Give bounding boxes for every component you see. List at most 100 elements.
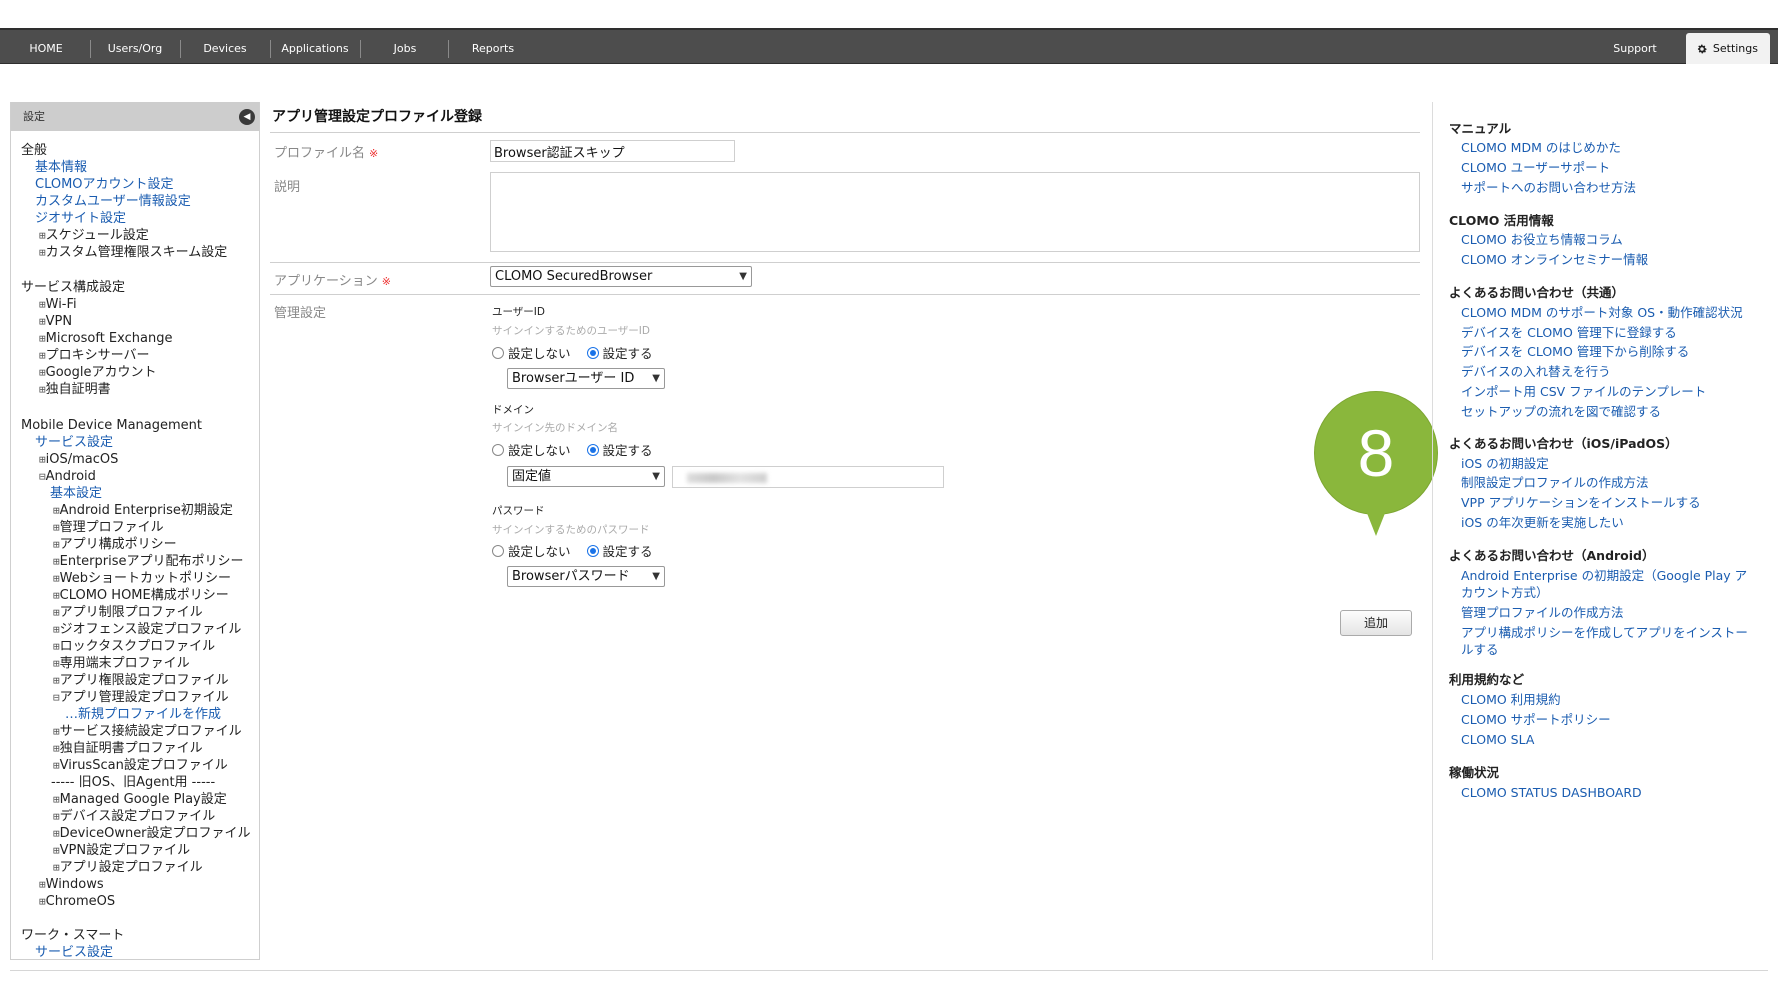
help-link[interactable]: VPP アプリケーションをインストールする	[1461, 494, 1701, 511]
help-link[interactable]: 制限設定プロファイルの作成方法	[1461, 474, 1649, 491]
tree-node-label: ChromeOS	[45, 894, 116, 909]
help-link[interactable]: セットアップの流れを図で確認する	[1461, 403, 1661, 420]
tree-node-android[interactable]: ⊟Android	[39, 468, 96, 485]
tree-link-work-smart-service[interactable]: サービス設定	[35, 944, 113, 959]
nav-reports[interactable]: Reports	[453, 30, 533, 64]
tree-node-google-account[interactable]: ⊞Googleアカウント	[39, 364, 156, 381]
tree-node-exchange[interactable]: ⊞Microsoft Exchange	[39, 330, 172, 347]
tree-node-app-settings-profile[interactable]: ⊞アプリ設定プロファイル	[53, 859, 203, 876]
expand-icon: ⊞	[53, 844, 60, 857]
tree-node-ios-macos[interactable]: ⊞iOS/macOS	[39, 451, 118, 468]
help-link[interactable]: インポート用 CSV ファイルのテンプレート	[1461, 383, 1706, 400]
expand-icon: ⊞	[39, 895, 46, 908]
help-link[interactable]: CLOMO MDM のサポート対象 OS・動作確認状況	[1461, 304, 1743, 321]
tree-node-vpn[interactable]: ⊞VPN	[39, 313, 72, 330]
tree-node-app-management[interactable]: ⊟アプリ管理設定プロファイル	[53, 689, 229, 706]
tree-node-service-connection[interactable]: ⊞サービス接続設定プロファイル	[53, 723, 242, 740]
help-link[interactable]: iOS の初期設定	[1461, 455, 1549, 472]
application-select[interactable]: CLOMO SecuredBrowser ▼	[490, 266, 752, 287]
tree-node-dedicated-device[interactable]: ⊞専用端末プロファイル	[53, 655, 190, 672]
nav-users-org[interactable]: Users/Org	[95, 30, 175, 64]
help-link[interactable]: CLOMO MDM のはじめかた	[1461, 139, 1621, 156]
management-settings-label: 管理設定	[274, 306, 327, 321]
tree-node-app-config-policy[interactable]: ⊞アプリ構成ポリシー	[53, 536, 177, 553]
add-button[interactable]: 追加	[1340, 610, 1412, 636]
help-link[interactable]: CLOMO お役立ち情報コラム	[1461, 231, 1623, 248]
tree-link-geosite[interactable]: ジオサイト設定	[35, 210, 126, 227]
tree-node-cert-profile[interactable]: ⊞独自証明書プロファイル	[53, 740, 203, 757]
help-link[interactable]: CLOMO サポートポリシー	[1461, 711, 1611, 728]
nav-home[interactable]: HOME	[14, 30, 78, 64]
tree-link-basic-info[interactable]: 基本情報	[35, 159, 87, 176]
help-link[interactable]: iOS の年次更新を実施したい	[1461, 514, 1624, 531]
user-id-select-value: Browserユーザー ID	[512, 371, 635, 386]
help-link[interactable]: CLOMO ユーザーサポート	[1461, 159, 1610, 176]
expand-icon: ⊞	[53, 674, 60, 687]
tree-node-wifi[interactable]: ⊞Wi-Fi	[39, 296, 77, 313]
tree-node-device-owner[interactable]: ⊞DeviceOwner設定プロファイル	[53, 825, 251, 842]
tree-node-vpn-profile[interactable]: ⊞VPN設定プロファイル	[53, 842, 190, 859]
nav-devices[interactable]: Devices	[185, 30, 265, 64]
tree-node-managed-google-play[interactable]: ⊞Managed Google Play設定	[53, 791, 227, 808]
tree-node-ae-init[interactable]: ⊞Android Enterprise初期設定	[53, 502, 233, 519]
tree-link-custom-user-info[interactable]: カスタムユーザー情報設定	[35, 193, 191, 210]
tree-node-app-permission[interactable]: ⊞アプリ権限設定プロファイル	[53, 672, 229, 689]
help-link[interactable]: デバイスを CLOMO 管理下に登録する	[1461, 324, 1677, 341]
user-id-select[interactable]: Browserユーザー ID ▼	[507, 368, 665, 389]
tree-node-device-settings[interactable]: ⊞デバイス設定プロファイル	[53, 808, 215, 825]
tree-node-certificate[interactable]: ⊞独自証明書	[39, 381, 111, 398]
help-link[interactable]: CLOMO 利用規約	[1461, 691, 1561, 708]
tree-link-service-settings[interactable]: サービス設定	[35, 434, 113, 451]
nav-support[interactable]: Support	[1600, 30, 1670, 64]
help-link[interactable]: CLOMO SLA	[1461, 731, 1534, 748]
tree-node-virusscan[interactable]: ⊞VirusScan設定プロファイル	[53, 757, 228, 774]
tree-link-android-basic[interactable]: 基本設定	[50, 485, 102, 502]
tree-link-new-profile[interactable]: …新規プロファイルを作成	[65, 706, 221, 723]
help-link[interactable]: デバイスの入れ替えを行う	[1461, 363, 1611, 380]
help-link[interactable]: 管理プロファイルの作成方法	[1461, 604, 1624, 621]
domain-radio-off[interactable]	[492, 443, 504, 456]
help-link[interactable]: デバイスを CLOMO 管理下から削除する	[1461, 343, 1689, 360]
tree-node-label: Googleアカウント	[45, 365, 157, 380]
tree-node-web-shortcut[interactable]: ⊞Webショートカットポリシー	[53, 570, 231, 587]
domain-radio-on[interactable]	[586, 443, 599, 456]
user-id-radio-on[interactable]	[586, 346, 599, 359]
tree-node-clomo-home[interactable]: ⊞CLOMO HOME構成ポリシー	[53, 587, 229, 604]
help-link[interactable]: Android Enterprise の初期設定（Google Play アカウ…	[1461, 567, 1751, 601]
nav-applications[interactable]: Applications	[275, 30, 355, 64]
tree-node-enterprise-app[interactable]: ⊞Enterpriseアプリ配布ポリシー	[53, 553, 244, 570]
tree-node-label: Microsoft Exchange	[45, 331, 173, 346]
help-link[interactable]: CLOMO オンラインセミナー情報	[1461, 251, 1648, 268]
password-radio-off[interactable]	[492, 544, 504, 557]
tree-node-custom-admin[interactable]: ⊞カスタム管理権限スキーム設定	[39, 244, 227, 261]
expand-icon: ⊞	[53, 810, 60, 823]
tree-node-windows[interactable]: ⊞Windows	[39, 876, 104, 893]
user-id-radio-off[interactable]	[492, 346, 504, 359]
chevron-left-icon[interactable]: ◀	[239, 109, 255, 125]
password-select[interactable]: Browserパスワード ▼	[507, 566, 665, 587]
description-textarea[interactable]	[490, 172, 1420, 252]
blurred-domain-value	[687, 473, 767, 483]
nav-settings-tab[interactable]: Settings	[1685, 33, 1770, 64]
expand-icon: ⊞	[39, 246, 46, 259]
tree-node-app-restriction[interactable]: ⊞アプリ制限プロファイル	[53, 604, 203, 621]
password-radio-on[interactable]	[586, 544, 599, 557]
domain-select[interactable]: 固定値 ▼	[507, 466, 665, 487]
help-link[interactable]: CLOMO STATUS DASHBOARD	[1461, 784, 1642, 801]
tree-node-proxy[interactable]: ⊞プロキシサーバー	[39, 347, 150, 364]
tree-link-clomo-account[interactable]: CLOMOアカウント設定	[35, 176, 174, 193]
tree-node-chromeos[interactable]: ⊞ChromeOS	[39, 893, 115, 910]
tree-node-schedule[interactable]: ⊞スケジュール設定	[39, 227, 149, 244]
tree-node-label: Wi-Fi	[45, 297, 77, 312]
chevron-down-icon: ▼	[739, 271, 747, 282]
tree-node-lock-task[interactable]: ⊞ロックタスクプロファイル	[53, 638, 215, 655]
tree-node-managed-profile[interactable]: ⊞管理プロファイル	[53, 519, 164, 536]
collapse-icon: ⊟	[39, 470, 46, 483]
nav-jobs[interactable]: Jobs	[365, 30, 445, 64]
domain-value-input[interactable]	[672, 466, 944, 488]
tree-node-label: Enterpriseアプリ配布ポリシー	[59, 554, 244, 569]
profile-name-input[interactable]	[490, 140, 735, 162]
tree-node-geofence[interactable]: ⊞ジオフェンス設定プロファイル	[53, 621, 241, 638]
help-link[interactable]: アプリ構成ポリシーを作成してアプリをインストールする	[1461, 624, 1751, 658]
help-link[interactable]: サポートへのお問い合わせ方法	[1461, 179, 1636, 196]
